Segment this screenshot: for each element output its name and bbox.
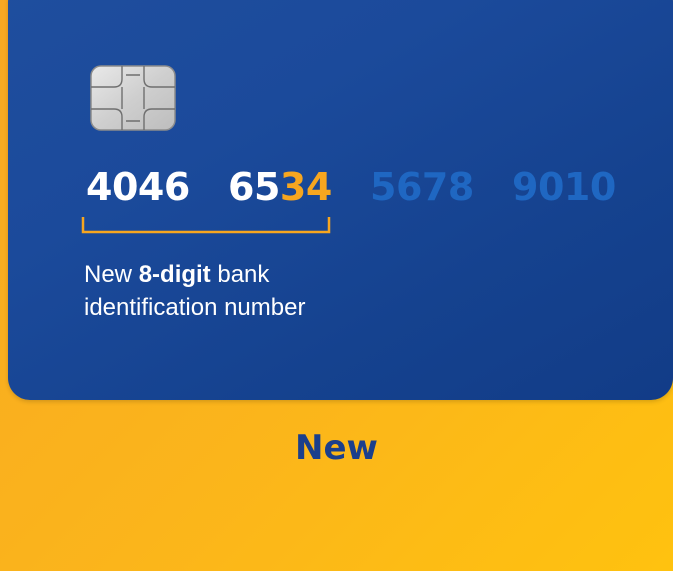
bank-card: 4046 6534 5678 9010 New 8-digit bank ide… xyxy=(8,0,673,400)
emv-chip-icon xyxy=(90,65,176,131)
caption-emphasis: 8-digit xyxy=(138,261,211,288)
card-number-group-4: 9010 xyxy=(512,165,616,209)
bin-caption: New 8-digit bank identification number xyxy=(84,261,306,321)
new-label: New xyxy=(295,428,378,468)
bin-bracket xyxy=(81,217,331,234)
card-number-group-3: 5678 xyxy=(370,165,474,209)
card-number: 4046 6534 5678 9010 xyxy=(86,162,654,212)
highlighted-digits: 34 xyxy=(279,165,332,209)
card-number-group-1: 4046 xyxy=(86,165,190,209)
card-number-group-2: 6534 xyxy=(228,165,332,209)
